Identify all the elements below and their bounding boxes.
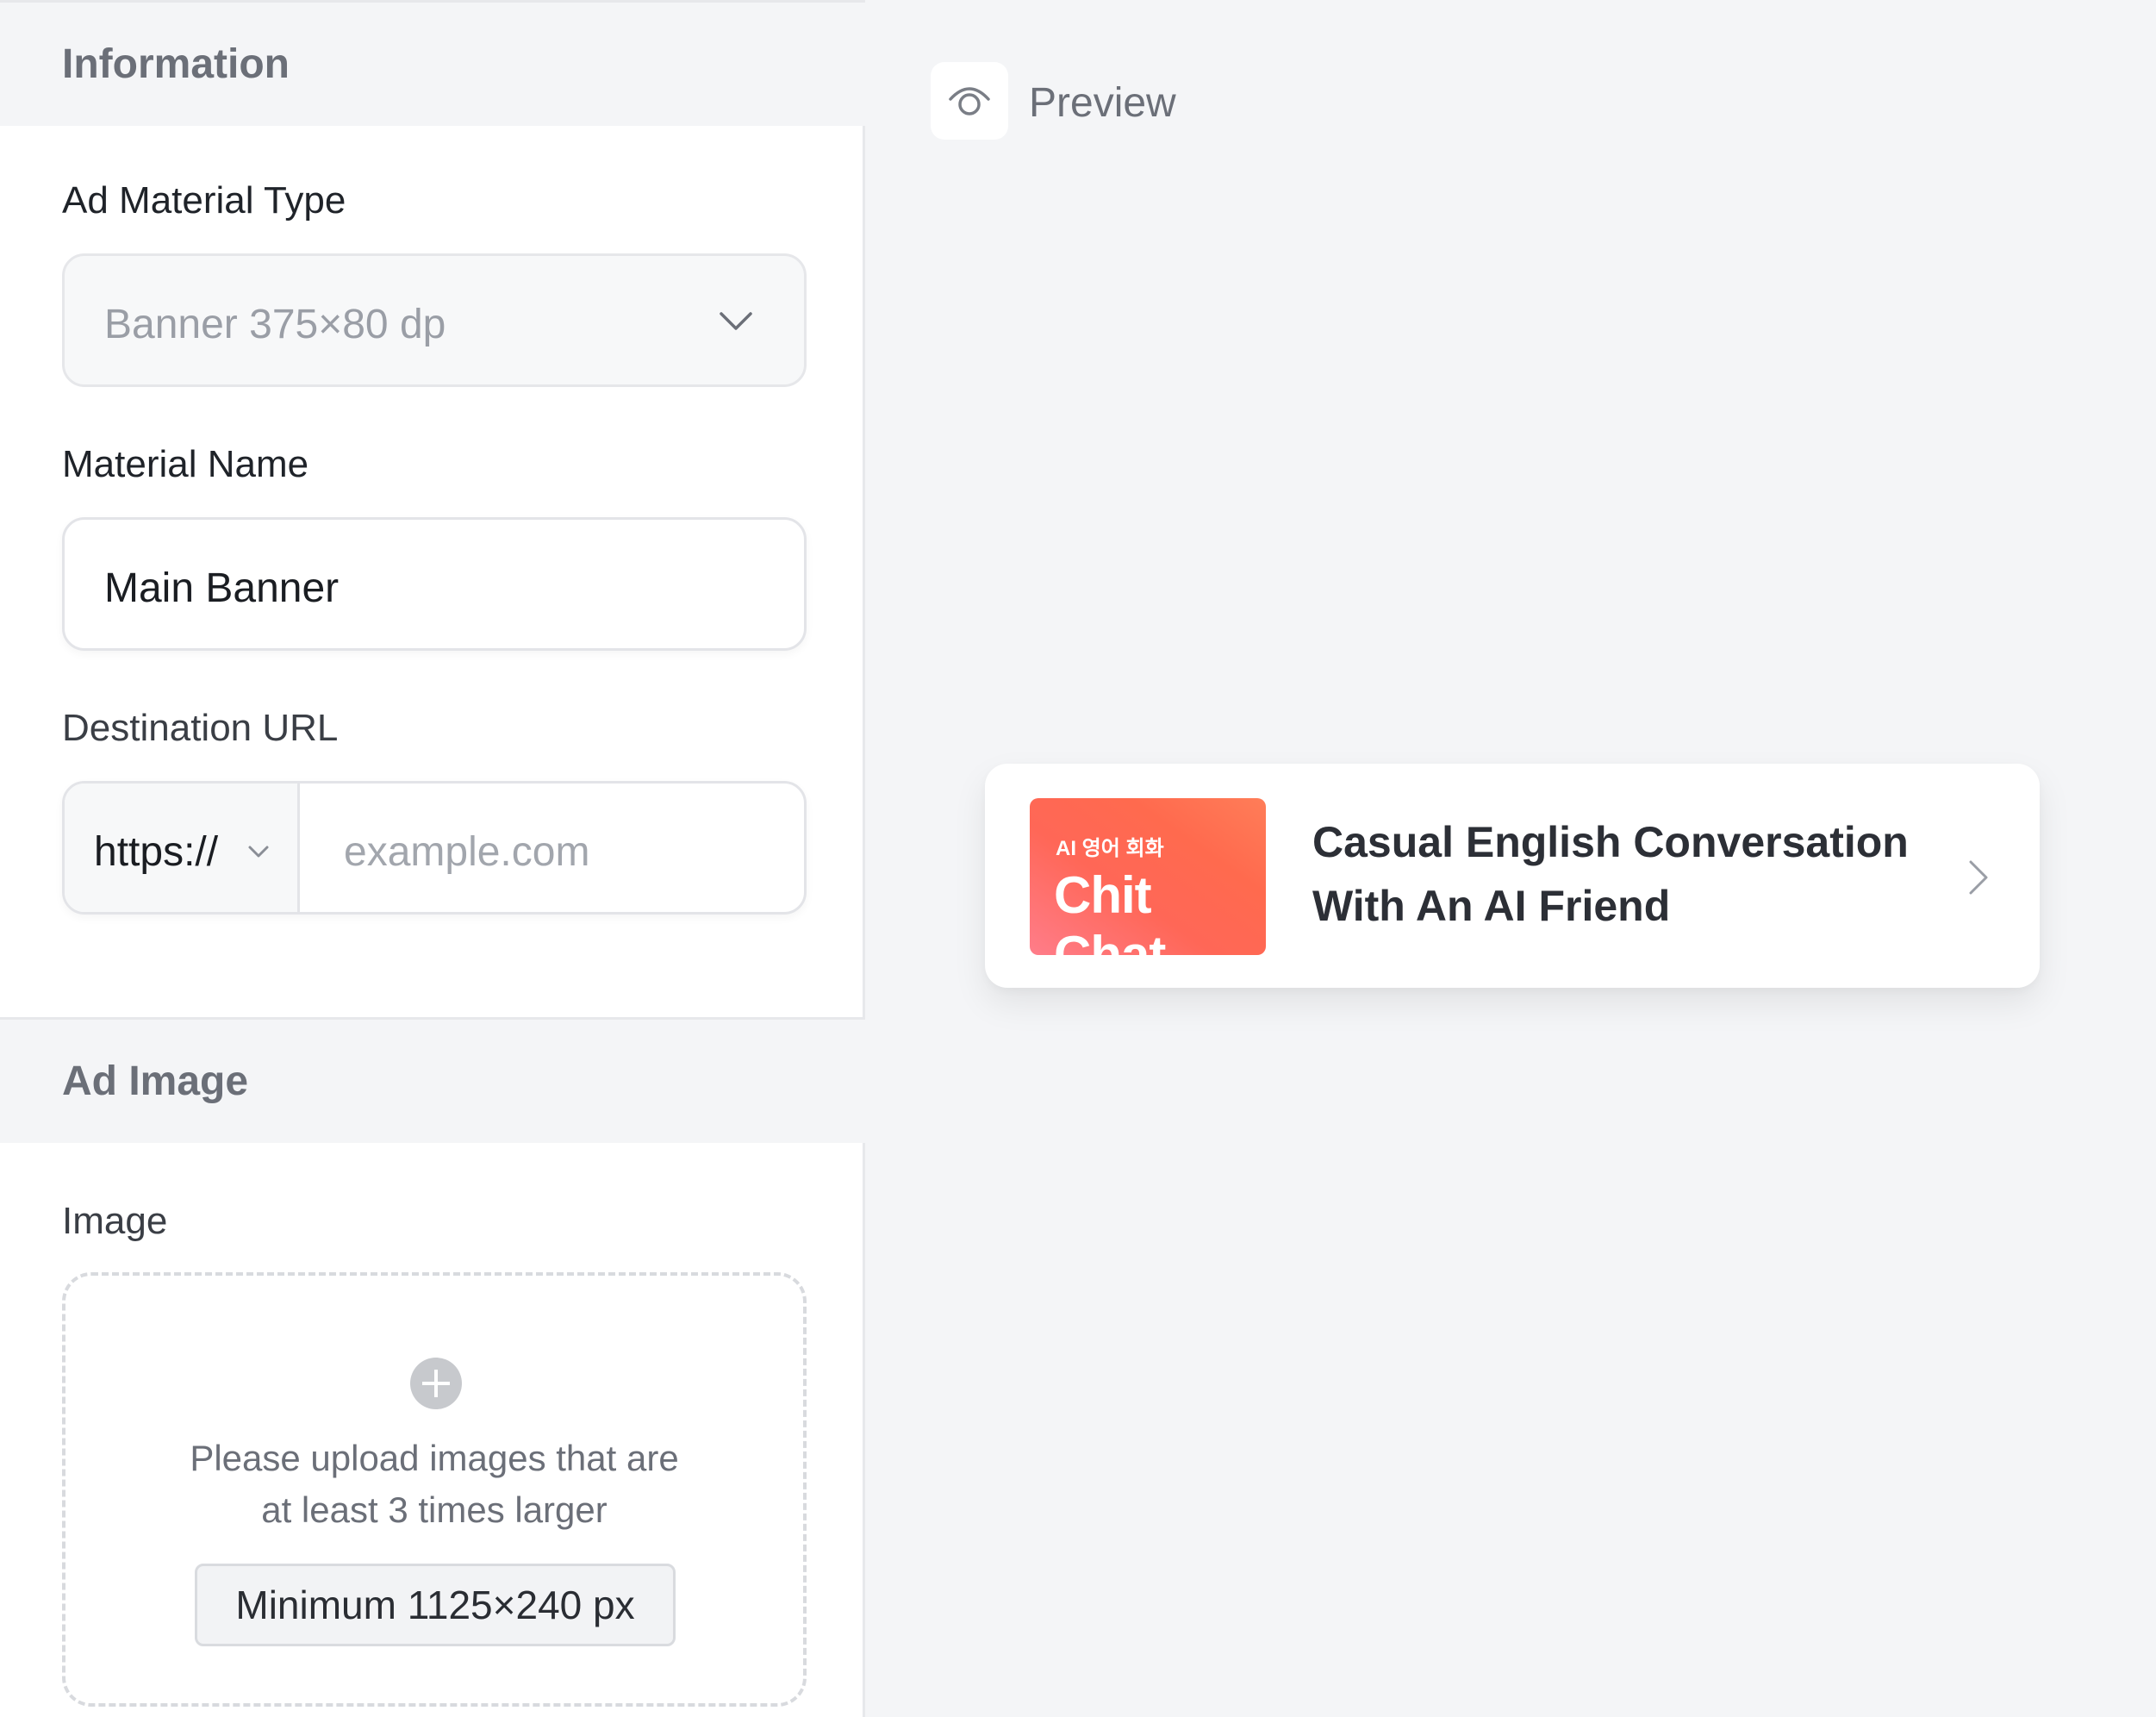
chevron-down-icon (720, 312, 752, 330)
ad-material-type-select[interactable]: Banner 375×80 dp (62, 253, 807, 387)
plus-circle-icon (410, 1358, 462, 1409)
image-label: Image (62, 1200, 168, 1242)
eye-icon (949, 87, 990, 116)
url-scheme-value: https:// (94, 829, 219, 875)
preview-label: Preview (1029, 80, 1176, 126)
upload-hint-line2: at least 3 times larger (261, 1489, 608, 1530)
material-name-input[interactable]: Main Banner (62, 517, 807, 651)
material-name-value: Main Banner (104, 565, 340, 611)
section-title: Information (62, 41, 290, 87)
upload-hint-line1: Please upload images that are (190, 1438, 679, 1478)
section-title: Ad Image (62, 1058, 249, 1104)
ad-material-type-label: Ad Material Type (62, 179, 346, 222)
ad-material-editor: Information Ad Material Type Banner 375×… (0, 0, 2156, 1717)
ad-material-type-value: Banner 375×80 dp (104, 302, 446, 347)
thumbnail-title: Chit Chat (1054, 866, 1166, 955)
banner-title-line1: Casual English Conversation (1312, 818, 1909, 866)
url-scheme-select[interactable]: https:// (65, 784, 300, 912)
section-header-information: Information (0, 0, 865, 126)
banner-title-line2: With An AI Friend (1312, 882, 1671, 930)
url-input[interactable]: example.com (302, 784, 804, 912)
destination-url-field: https:// example.com (62, 781, 807, 915)
minimum-size-badge: Minimum 1125×240 px (195, 1564, 676, 1646)
section-header-ad-image: Ad Image (0, 1017, 865, 1143)
banner-preview[interactable]: AI 영어 회화 Chit Chat Casual English Conver… (985, 764, 2040, 988)
chevron-right-icon (1969, 860, 1988, 895)
chevron-down-icon (248, 846, 269, 858)
url-placeholder: example.com (344, 829, 590, 875)
thumbnail-subtitle: AI 영어 회화 (1056, 837, 1164, 860)
material-name-label: Material Name (62, 443, 309, 485)
banner-thumbnail: AI 영어 회화 Chit Chat (1030, 798, 1266, 955)
image-upload-dropzone[interactable]: Please upload images that are at least 3… (62, 1272, 807, 1707)
form-panel: Information Ad Material Type Banner 375×… (0, 0, 865, 1717)
preview-icon-box (931, 62, 1008, 140)
destination-url-label: Destination URL (62, 707, 339, 749)
